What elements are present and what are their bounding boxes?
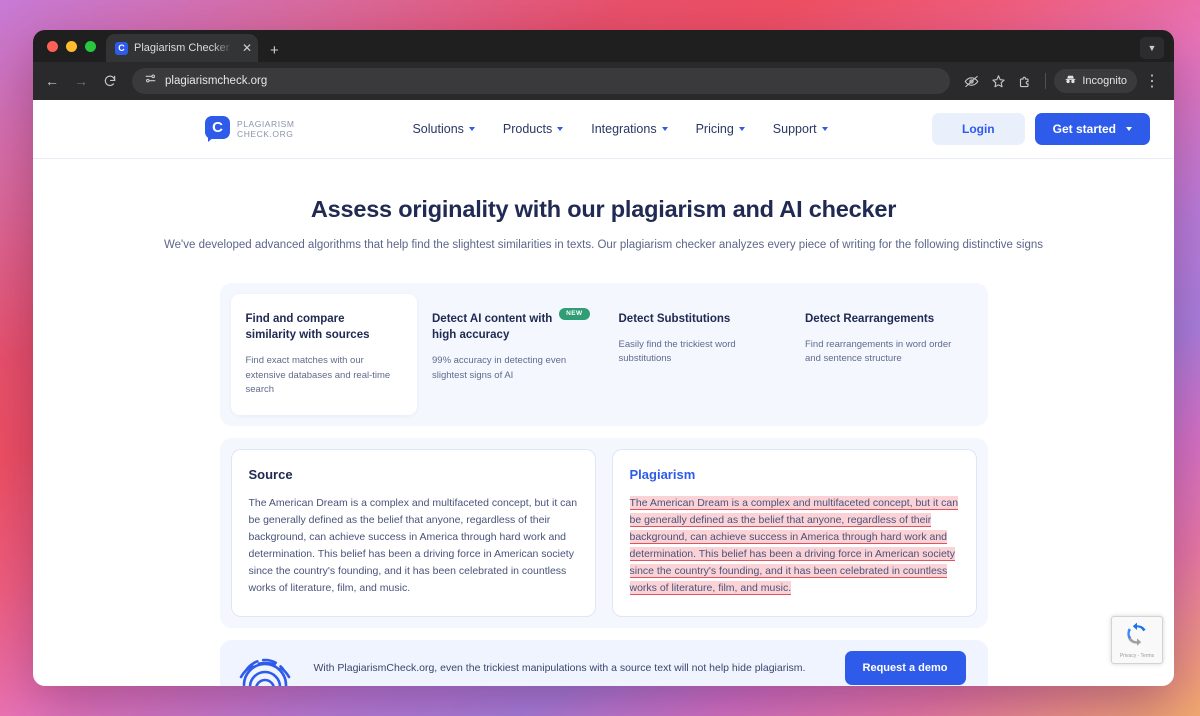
browser-tab-strip: C Plagiarism Checker - 100% A ✕ + ▼ (33, 30, 1174, 62)
window-controls (45, 30, 106, 62)
address-bar[interactable]: plagiarismcheck.org (132, 68, 951, 94)
nav-item-support[interactable]: Support (773, 122, 828, 136)
feature-card-rearrangements[interactable]: Detect Rearrangements Find rearrangement… (790, 294, 977, 415)
browser-tab[interactable]: C Plagiarism Checker - 100% A ✕ (106, 34, 258, 62)
feature-desc: Easily find the trickiest word substitut… (618, 339, 736, 365)
chevron-down-icon (468, 127, 475, 131)
nav-item-solutions[interactable]: Solutions (412, 122, 475, 136)
minimize-window-button[interactable] (66, 40, 77, 52)
feature-card-substitutions[interactable]: Detect Substitutions Easily find the tri… (604, 294, 791, 415)
fingerprint-icon (238, 645, 292, 686)
recaptcha-terms[interactable]: Privacy - Terms (1120, 653, 1154, 659)
logo-wordmark: PLAGIARISM CHECK.ORG (237, 119, 294, 139)
new-tab-icon[interactable]: + (270, 43, 279, 58)
window-menu-icon[interactable]: ▼ (1140, 37, 1164, 59)
hero-section: Assess originality with our plagiarism a… (33, 159, 1174, 254)
reload-icon[interactable] (97, 68, 123, 94)
feature-card-ai-content[interactable]: Detect AI content with high accuracy NEW… (417, 294, 604, 415)
get-started-label: Get started (1052, 122, 1116, 136)
chevron-down-icon (821, 127, 828, 131)
source-panel-title: Source (248, 467, 293, 483)
plagiarism-panel: Plagiarism The American Dream is a compl… (611, 449, 977, 618)
main-navigation: Solutions Products Integrations Pricing … (412, 122, 828, 136)
feature-title: Detect Rearrangements (805, 312, 935, 325)
close-tab-icon[interactable]: ✕ (240, 42, 252, 54)
site-header: C PLAGIARISM CHECK.ORG Solutions Product… (33, 100, 1174, 159)
toolbar-divider (1045, 73, 1047, 89)
recaptcha-badge[interactable]: Privacy - Terms (1111, 616, 1163, 664)
feature-card-similarity[interactable]: Find and compare similarity with sources… (230, 293, 417, 416)
chevron-down-icon (661, 127, 668, 131)
get-started-button[interactable]: Get started (1034, 113, 1150, 145)
puzzle-icon[interactable] (1013, 69, 1037, 93)
back-arrow-icon[interactable]: ← (39, 68, 65, 94)
tab-title: Plagiarism Checker - 100% A (134, 42, 234, 54)
browser-window: C Plagiarism Checker - 100% A ✕ + ▼ ← → … (33, 30, 1174, 686)
logo-line-2: CHECK.ORG (237, 129, 294, 139)
nav-label: Products (502, 122, 553, 136)
page-title: Assess originality with our plagiarism a… (310, 196, 897, 222)
incognito-indicator[interactable]: Incognito (1054, 69, 1137, 93)
comparison-panels: Source The American Dream is a complex a… (219, 438, 988, 629)
address-bar-url: plagiarismcheck.org (165, 75, 268, 87)
nav-label: Pricing (695, 122, 734, 136)
feature-desc: Find rearrangements in word order and se… (805, 339, 952, 365)
feature-title: Detect Substitutions (618, 312, 731, 325)
nav-item-integrations[interactable]: Integrations (591, 122, 668, 136)
incognito-label: Incognito (1082, 75, 1127, 87)
nav-label: Integrations (591, 122, 657, 136)
chevron-down-icon (738, 127, 745, 131)
source-panel: Source The American Dream is a complex a… (230, 449, 596, 618)
star-icon[interactable] (986, 69, 1010, 93)
login-button[interactable]: Login (931, 113, 1025, 145)
feature-desc: 99% accuracy in detecting even slightest… (432, 355, 567, 381)
site-logo[interactable]: C PLAGIARISM CHECK.ORG (205, 116, 294, 142)
chevron-down-icon (1126, 127, 1132, 131)
nav-item-products[interactable]: Products (502, 122, 564, 136)
maximize-window-button[interactable] (85, 40, 96, 52)
page-content: C PLAGIARISM CHECK.ORG Solutions Product… (33, 100, 1174, 686)
auth-buttons: Login Get started (931, 113, 1150, 145)
close-window-button[interactable] (47, 40, 58, 52)
feature-desc: Find exact matches with our extensive da… (245, 355, 391, 395)
plagiarism-panel-text: The American Dream is a complex and mult… (629, 495, 959, 597)
tab-favicon-icon: C (115, 41, 128, 55)
cta-banner: With PlagiarismCheck.org, even the trick… (219, 640, 988, 686)
feature-title: Find and compare similarity with sources (245, 312, 370, 341)
cta-text: With PlagiarismCheck.org, even the trick… (313, 662, 806, 675)
plagiarism-panel-title: Plagiarism (629, 467, 696, 483)
recaptcha-icon (1125, 622, 1149, 651)
source-panel-text: The American Dream is a complex and mult… (248, 497, 578, 595)
incognito-hat-icon (1064, 73, 1077, 89)
nav-label: Support (772, 122, 817, 136)
content-wrapper: Find and compare similarity with sources… (219, 282, 988, 686)
feature-cards: Find and compare similarity with sources… (219, 282, 988, 427)
request-demo-button[interactable]: Request a demo (844, 651, 966, 686)
logo-line-1: PLAGIARISM (237, 118, 295, 129)
forward-arrow-icon[interactable]: → (68, 68, 94, 94)
nav-item-pricing[interactable]: Pricing (696, 122, 745, 136)
chevron-down-icon (557, 127, 564, 131)
logo-speech-bubble-icon: C (205, 116, 230, 142)
nav-label: Solutions (412, 122, 464, 136)
eye-slash-icon[interactable] (959, 69, 983, 93)
hero-subtitle: We've developed advanced algorithms that… (164, 239, 1043, 251)
browser-toolbar: ← → plagiarismcheck.org Incognito ⋮ (33, 62, 1174, 100)
tune-icon[interactable] (144, 72, 157, 90)
kebab-menu-icon[interactable]: ⋮ (1140, 69, 1164, 93)
plagiarism-highlight: The American Dream is a complex and mult… (629, 496, 959, 596)
status-badge: NEW (559, 307, 590, 321)
